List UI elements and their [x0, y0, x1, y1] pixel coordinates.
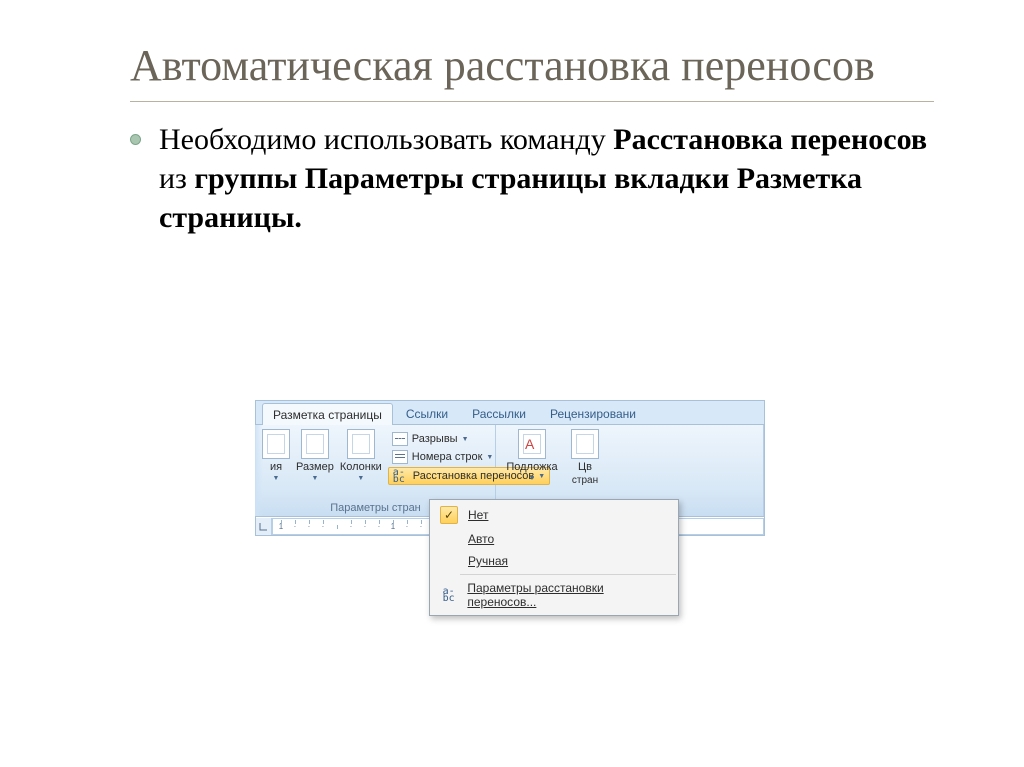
hyphenation-option-auto[interactable]: Авто	[432, 528, 676, 550]
word-ribbon-screenshot: Разметка страницы Ссылки Рассылки Реценз…	[255, 400, 765, 536]
orientation-icon	[262, 429, 290, 459]
check-icon: ✓	[440, 506, 458, 524]
columns-icon	[347, 429, 375, 459]
tab-page-layout[interactable]: Разметка страницы	[262, 403, 393, 425]
size-label: Размер	[296, 461, 334, 473]
page-color-icon	[571, 429, 599, 459]
bullet-item: Необходимо использовать команду Расстано…	[130, 120, 934, 237]
columns-label: Колонки	[340, 461, 382, 473]
bullet-bold1: Расстановка переносов	[613, 123, 927, 156]
ruler-tick: ·	[345, 522, 357, 531]
size-icon	[301, 429, 329, 459]
hyphenation-icon: a-bc	[393, 469, 409, 483]
page-color-label: Цв	[578, 461, 592, 473]
ruler-tab-selector[interactable]	[256, 518, 272, 535]
ruler-tick: ·	[303, 522, 315, 531]
hyphenation-option-none[interactable]: ✓ Нет	[432, 502, 676, 528]
ruler-tick: ·	[415, 522, 427, 531]
chevron-down-icon: ▼	[311, 475, 318, 482]
option-label: Ручная	[468, 554, 508, 568]
hyphenation-options-dialog[interactable]: a-bc Параметры расстановки переносов...	[432, 577, 676, 613]
option-label: Нет	[468, 508, 488, 522]
size-button[interactable]: Размер ▼	[296, 429, 334, 485]
watermark-label: Подложка	[506, 461, 557, 473]
page-color-sub: стран	[572, 475, 598, 486]
ruler-tick: 1	[387, 522, 399, 531]
tab-references[interactable]: Ссылки	[395, 402, 459, 424]
bullet-part1: Необходимо использовать команду	[159, 123, 613, 156]
line-numbers-icon	[392, 450, 408, 464]
chevron-down-icon: ▼	[462, 436, 469, 443]
ruler-tick: ·	[317, 522, 329, 531]
chevron-down-icon: ▼	[357, 475, 364, 482]
bullet-marker	[130, 134, 141, 145]
bullet-bold2: группы Параметры страницы вкладки Размет…	[159, 162, 862, 234]
ruler-tick: ·	[373, 522, 385, 531]
tab-mailings[interactable]: Рассылки	[461, 402, 537, 424]
watermark-button[interactable]: A Подложка ▼	[502, 429, 562, 486]
breaks-icon	[392, 432, 408, 446]
ruler-tick: ·	[289, 522, 301, 531]
ruler-tick: ·	[401, 522, 413, 531]
bullet-part2: из	[159, 162, 194, 195]
page-color-button[interactable]: Цв стран	[568, 429, 602, 486]
menu-separator	[460, 574, 676, 575]
bullet-text: Необходимо использовать команду Расстано…	[159, 120, 934, 237]
hyphenation-dropdown: ✓ Нет Авто Ручная a-bc Параметры расстан…	[429, 499, 679, 616]
watermark-icon: A	[518, 429, 546, 459]
option-label: Параметры расстановки переносов...	[467, 581, 670, 609]
ribbon-tabs: Разметка страницы Ссылки Рассылки Реценз…	[256, 401, 764, 425]
hyphenation-icon: a-bc	[443, 588, 455, 602]
tab-stop-icon	[259, 522, 268, 531]
line-numbers-label: Номера строк	[412, 451, 483, 463]
orientation-button[interactable]: ия ▼	[262, 429, 290, 485]
breaks-label: Разрывы	[412, 433, 458, 445]
ruler-tick: 1	[275, 522, 287, 531]
columns-button[interactable]: Колонки ▼	[340, 429, 382, 485]
chevron-down-icon: ▼	[486, 454, 493, 461]
chevron-down-icon: ▼	[273, 475, 280, 482]
chevron-down-icon: ▼	[529, 475, 536, 482]
slide-title: Автоматическая расстановка переносов	[130, 40, 934, 102]
option-label: Авто	[468, 532, 494, 546]
ruler-tick: ·	[359, 522, 371, 531]
orientation-label: ия	[270, 461, 282, 473]
tab-review[interactable]: Рецензировани	[539, 402, 647, 424]
hyphenation-option-manual[interactable]: Ручная	[432, 550, 676, 572]
